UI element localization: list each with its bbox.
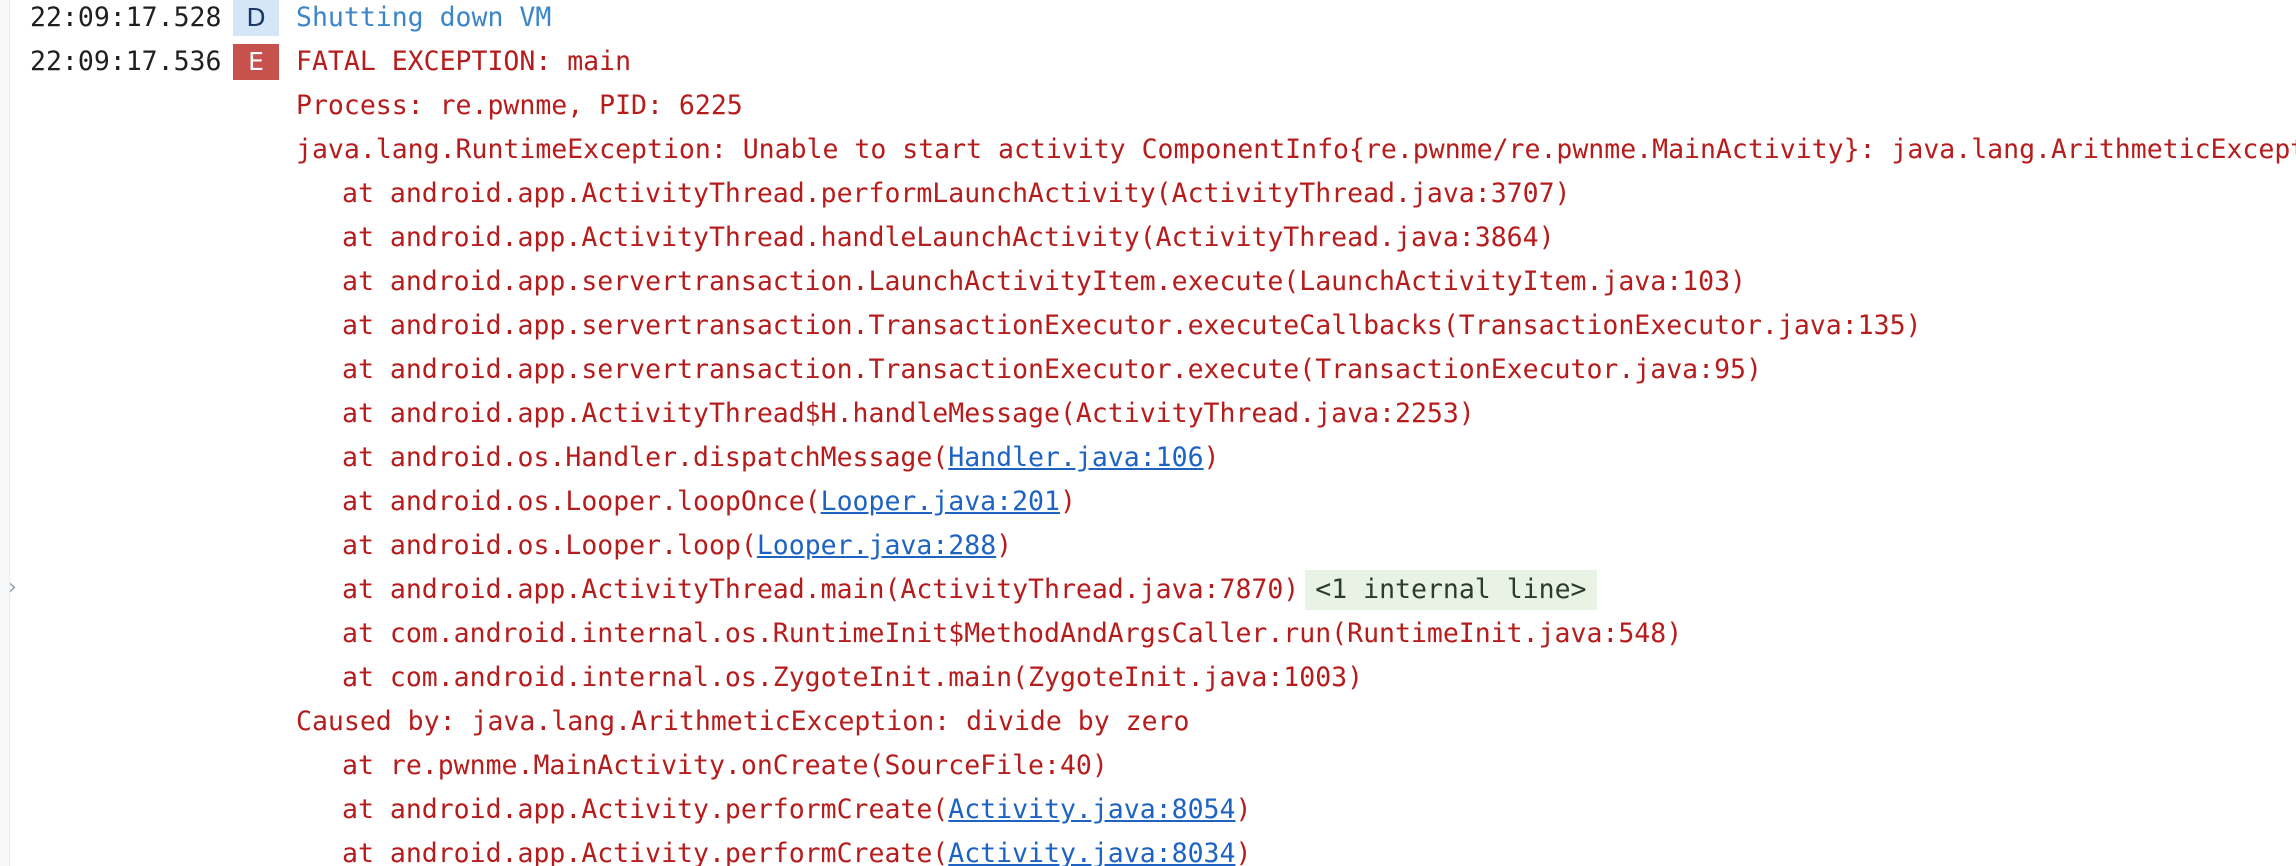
stack-frame: at com.android.internal.os.ZygoteInit.ma… [342,662,1364,693]
stack-frame: at android.app.ActivityThread.performLau… [342,178,1571,209]
internal-lines-toggle[interactable]: <1 internal line> [1305,570,1597,610]
log-row: java.lang.RuntimeException: Unable to st… [0,128,2296,172]
stack-frame: at android.app.servertransaction.Transac… [342,354,1762,385]
stack-frame: at android.app.Activity.performCreate(Ac… [0,832,2296,866]
log-row: 22:09:17.536 E FATAL EXCEPTION: main [0,40,2296,84]
stack-frame: at android.app.ActivityThread$H.handleMe… [342,398,1475,429]
stack-frame: at re.pwnme.MainActivity.onCreate(Source… [342,750,1108,781]
stack-frame: at android.app.ActivityThread.handleLaun… [342,222,1555,253]
process-line: Process: re.pwnme, PID: 6225 [296,90,743,121]
stack-frame: at android.app.ActivityThread.main(Activ… [0,568,2296,612]
stack-frame: at android.app.servertransaction.Transac… [342,310,1922,341]
source-link[interactable]: Looper.java:288 [757,530,996,561]
source-link[interactable]: Handler.java:106 [948,442,1203,473]
stack-frame: at android.app.Activity.performCreate(Ac… [342,794,1252,825]
stack-frame: at android.os.Looper.loop(Looper.java:28… [342,530,1013,561]
log-timestamp: 22:09:17.536 [30,46,222,77]
stack-frame: at android.os.Looper.loopOnce(Looper.jav… [342,486,1076,517]
log-message: FATAL EXCEPTION: main [296,46,632,77]
log-row: 22:09:17.528 D Shutting down VM [0,0,2296,40]
stack-frame: at android.os.Handler.dispatchMessage(Ha… [342,442,1220,473]
log-timestamp: 22:09:17.528 [30,2,222,33]
exception-line: java.lang.RuntimeException: Unable to st… [296,134,2296,165]
stack-frame: at com.android.internal.os.RuntimeInit$M… [342,618,1683,649]
source-link[interactable]: Looper.java:201 [821,486,1060,517]
log-level-badge: E [233,44,279,80]
logcat-output: 22:09:17.528 D Shutting down VM 22:09:17… [0,0,2296,866]
source-link[interactable]: Activity.java:8054 [948,794,1235,825]
source-link[interactable]: Activity.java:8034 [948,838,1235,866]
log-row: Process: re.pwnme, PID: 6225 [0,84,2296,128]
log-message: Shutting down VM [296,2,552,33]
caused-by-line: Caused by: java.lang.ArithmeticException… [296,706,1190,737]
stack-frame: at android.app.servertransaction.LaunchA… [342,266,1746,297]
log-level-badge: D [233,0,279,36]
